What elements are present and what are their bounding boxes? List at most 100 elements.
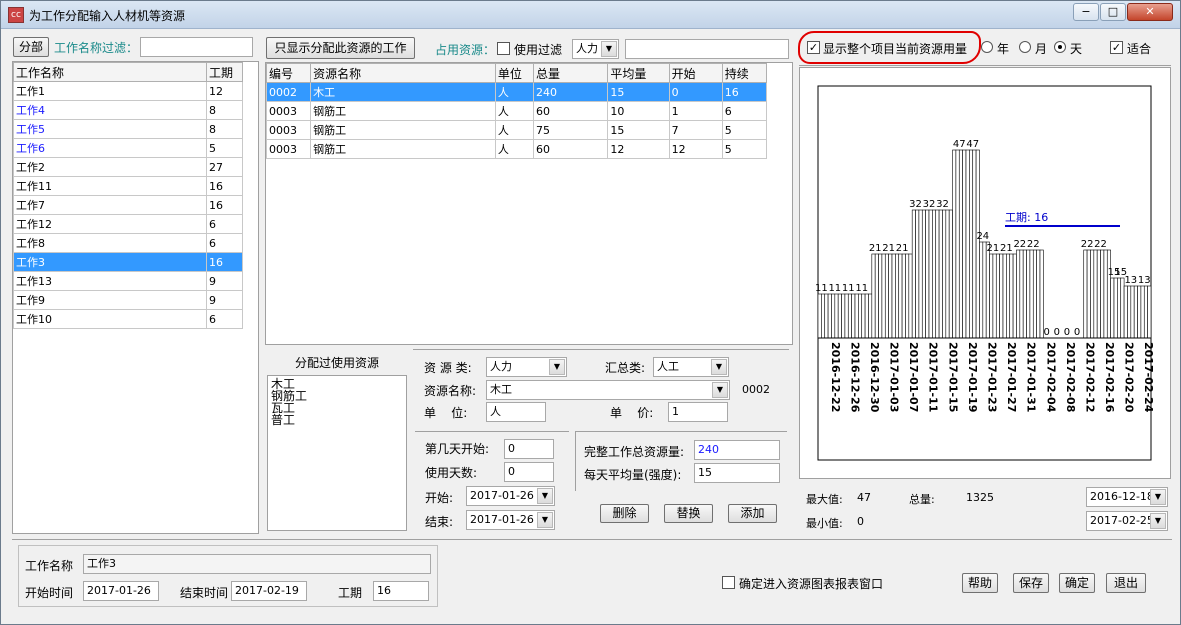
res-cell[interactable]: 6 bbox=[721, 101, 768, 121]
add-button[interactable]: 添加 bbox=[728, 504, 777, 523]
day-radio[interactable] bbox=[1054, 41, 1066, 53]
table-row[interactable]: 工作4 8 bbox=[12, 100, 243, 120]
task-duration-cell[interactable]: 12 bbox=[206, 81, 243, 101]
unit-input[interactable]: 人 bbox=[486, 402, 546, 422]
task-dur-field[interactable]: 16 bbox=[373, 581, 429, 601]
task-name-cell[interactable]: 工作12 bbox=[12, 214, 208, 234]
start-date-picker[interactable]: 2017-01-26 ▼ bbox=[466, 486, 555, 506]
res-col-header[interactable]: 持续 bbox=[721, 63, 768, 83]
task-duration-cell[interactable]: 16 bbox=[206, 195, 243, 215]
task-duration-cell[interactable]: 5 bbox=[206, 138, 243, 158]
year-radio[interactable] bbox=[981, 41, 993, 53]
col-task-name[interactable]: 工作名称 bbox=[12, 62, 208, 82]
res-cell[interactable]: 12 bbox=[607, 139, 670, 159]
res-cell[interactable]: 人 bbox=[494, 120, 535, 140]
task-name-cell[interactable]: 工作9 bbox=[12, 290, 208, 310]
end-date-picker[interactable]: 2017-01-26 ▼ bbox=[466, 510, 555, 530]
table-row[interactable]: 工作7 16 bbox=[12, 195, 243, 215]
task-name-cell[interactable]: 工作4 bbox=[12, 100, 208, 120]
res-type-select[interactable]: 人力 ▼ bbox=[486, 357, 567, 377]
res-col-header[interactable]: 编号 bbox=[265, 63, 312, 83]
table-row[interactable]: 工作2 27 bbox=[12, 157, 243, 177]
table-row[interactable]: 0003 钢筋工人 75 15 7 5 bbox=[265, 120, 768, 140]
res-cell[interactable]: 0003 bbox=[265, 139, 312, 159]
table-row[interactable]: 工作8 6 bbox=[12, 233, 243, 253]
task-duration-cell[interactable]: 27 bbox=[206, 157, 243, 177]
res-cell[interactable]: 5 bbox=[721, 120, 768, 140]
res-col-header[interactable]: 资源名称 bbox=[310, 63, 496, 83]
only-assigned-button[interactable]: 只显示分配此资源的工作 bbox=[266, 37, 415, 59]
summary-select[interactable]: 人工 ▼ bbox=[653, 357, 729, 377]
task-duration-cell[interactable]: 8 bbox=[206, 119, 243, 139]
res-cell[interactable]: 5 bbox=[721, 139, 768, 159]
res-cell[interactable]: 人 bbox=[494, 139, 535, 159]
task-duration-cell[interactable]: 8 bbox=[206, 100, 243, 120]
task-duration-cell[interactable]: 6 bbox=[206, 309, 243, 329]
res-col-header[interactable]: 单位 bbox=[494, 63, 535, 83]
to-date-picker[interactable]: 2017-02-25 ▼ bbox=[1086, 511, 1168, 531]
table-row[interactable]: 工作6 5 bbox=[12, 138, 243, 158]
assigned-list[interactable]: 木工 钢筋工 瓦工 普工 bbox=[267, 375, 407, 531]
task-name-cell[interactable]: 工作13 bbox=[12, 271, 208, 291]
task-duration-cell[interactable]: 9 bbox=[206, 290, 243, 310]
ok-button[interactable]: 确定 bbox=[1059, 573, 1095, 593]
use-days-input[interactable]: 0 bbox=[504, 462, 554, 482]
res-cell[interactable]: 0002 bbox=[265, 82, 312, 102]
daily-input[interactable]: 15 bbox=[694, 463, 780, 483]
minimize-button[interactable]: − bbox=[1073, 3, 1099, 21]
delete-button[interactable]: 删除 bbox=[600, 504, 649, 523]
table-row[interactable]: 工作10 6 bbox=[12, 309, 243, 329]
task-name-cell[interactable]: 工作2 bbox=[12, 157, 208, 177]
save-button[interactable]: 保存 bbox=[1013, 573, 1049, 593]
task-name-cell[interactable]: 工作10 bbox=[12, 309, 208, 329]
task-name-cell[interactable]: 工作6 bbox=[12, 138, 208, 158]
res-cell[interactable]: 钢筋工 bbox=[310, 139, 496, 159]
use-filter-checkbox[interactable] bbox=[497, 42, 510, 55]
task-name-cell[interactable]: 工作8 bbox=[12, 233, 208, 253]
res-cell[interactable]: 60 bbox=[533, 139, 609, 159]
res-cell[interactable]: 75 bbox=[533, 120, 609, 140]
res-cell[interactable]: 0003 bbox=[265, 120, 312, 140]
res-cell[interactable]: 16 bbox=[721, 82, 768, 102]
table-row[interactable]: 工作13 9 bbox=[12, 271, 243, 291]
task-duration-cell[interactable]: 9 bbox=[206, 271, 243, 291]
table-row[interactable]: 工作12 6 bbox=[12, 214, 243, 234]
res-cell[interactable]: 15 bbox=[607, 120, 670, 140]
task-start-field[interactable]: 2017-01-26 bbox=[83, 581, 159, 601]
table-row[interactable]: 工作1 12 bbox=[12, 81, 243, 101]
table-row[interactable]: 工作3 16 bbox=[12, 252, 243, 272]
res-cell[interactable]: 0003 bbox=[265, 101, 312, 121]
res-cell[interactable]: 1 bbox=[668, 101, 723, 121]
res-cell[interactable]: 钢筋工 bbox=[310, 101, 496, 121]
res-cell[interactable]: 人 bbox=[494, 82, 535, 102]
res-cell[interactable]: 钢筋工 bbox=[310, 120, 496, 140]
res-cell[interactable]: 木工 bbox=[310, 82, 496, 102]
price-input[interactable]: 1 bbox=[668, 402, 728, 422]
table-row[interactable]: 工作9 9 bbox=[12, 290, 243, 310]
res-cell[interactable]: 10 bbox=[607, 101, 670, 121]
task-duration-cell[interactable]: 16 bbox=[206, 252, 243, 272]
replace-button[interactable]: 替换 bbox=[664, 504, 713, 523]
task-end-field[interactable]: 2017-02-19 bbox=[231, 581, 307, 601]
table-row[interactable]: 0002 木工人 240 15 0 16 bbox=[265, 82, 768, 102]
res-cell[interactable]: 7 bbox=[668, 120, 723, 140]
task-duration-cell[interactable]: 6 bbox=[206, 214, 243, 234]
table-row[interactable]: 0003 钢筋工人 60 10 1 6 bbox=[265, 101, 768, 121]
res-cell[interactable]: 0 bbox=[668, 82, 723, 102]
res-name-select[interactable]: 木工 ▼ bbox=[486, 380, 730, 400]
fit-checkbox[interactable]: ✓ bbox=[1110, 41, 1123, 54]
res-cell[interactable]: 60 bbox=[533, 101, 609, 121]
res-cell[interactable]: 15 bbox=[607, 82, 670, 102]
start-day-input[interactable]: 0 bbox=[504, 439, 554, 459]
task-filter-input[interactable] bbox=[140, 37, 253, 57]
task-name-cell[interactable]: 工作11 bbox=[12, 176, 208, 196]
res-cell[interactable]: 240 bbox=[533, 82, 609, 102]
task-name-cell[interactable]: 工作5 bbox=[12, 119, 208, 139]
exit-button[interactable]: 退出 bbox=[1106, 573, 1146, 593]
from-date-picker[interactable]: 2016-12-18 ▼ bbox=[1086, 487, 1168, 507]
task-name-cell[interactable]: 工作1 bbox=[12, 81, 208, 101]
res-cell[interactable]: 12 bbox=[668, 139, 723, 159]
report-checkbox[interactable] bbox=[722, 576, 735, 589]
task-name-cell[interactable]: 工作3 bbox=[12, 252, 208, 272]
month-radio[interactable] bbox=[1019, 41, 1031, 53]
